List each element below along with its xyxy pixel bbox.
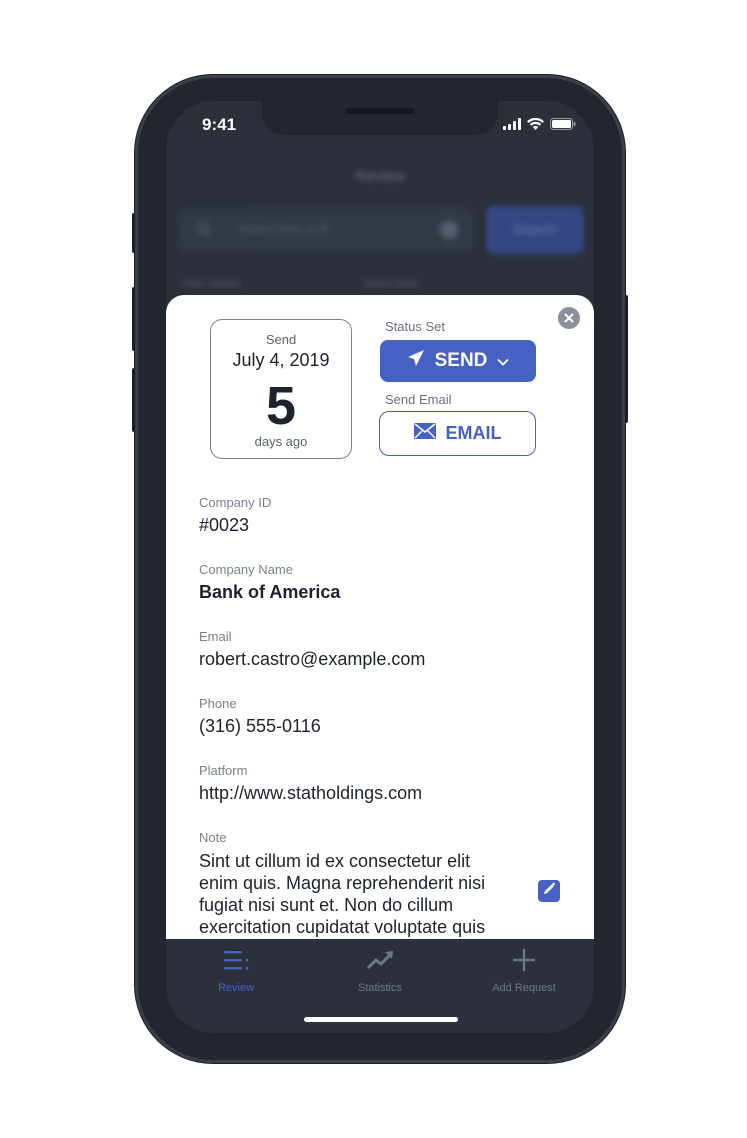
close-button[interactable] (558, 307, 580, 329)
request-detail-modal: Send July 4, 2019 5 days ago Status Set … (166, 295, 594, 939)
tab-statistics[interactable]: Statistics (320, 949, 440, 994)
home-indicator[interactable] (304, 1017, 458, 1022)
background-search-button-label: Search (512, 221, 558, 237)
days-count: 5 (265, 376, 297, 436)
company-id-value: #0023 (199, 515, 250, 535)
note-value: Sint ut cillum id ex consectetur elit en… (199, 851, 486, 937)
email-field: Email robert.castro@example.com (199, 629, 425, 670)
notch (262, 101, 498, 135)
tab-review-label: Review (217, 982, 255, 994)
note-field: Note Sint ut cillum id ex consectetur el… (199, 830, 509, 938)
edit-icon (542, 881, 556, 901)
send-email-label: Send Email (385, 392, 452, 407)
platform-label: Platform (199, 763, 248, 778)
company-name-label: Company Name (199, 562, 293, 577)
sent-date: July 4, 2019 (232, 350, 330, 370)
chevron-down-icon (497, 350, 510, 372)
background-select-date-label: Select Date (362, 278, 419, 290)
stage: 9:41 Review Search here to fil Search Fi… (0, 0, 747, 1138)
days-caption: days ago (254, 434, 308, 449)
status-dropdown-button[interactable]: SEND (380, 340, 536, 382)
list-icon (223, 951, 249, 975)
email-label: Email (199, 629, 232, 644)
background-page: Review Search here to fil Search Filter … (166, 156, 594, 296)
phone-field: Phone (316) 555-0116 (199, 696, 321, 737)
background-search-input: Search here to fil (178, 208, 474, 252)
tab-statistics-label: Statistics (357, 982, 402, 994)
email-button-label: EMAIL (445, 423, 502, 443)
background-search-button: Search (486, 206, 584, 254)
tab-add-request[interactable]: Add Request (464, 949, 584, 994)
speaker (346, 108, 414, 114)
background-title: Review (355, 168, 405, 185)
note-label: Note (199, 830, 227, 845)
cellular-signal-icon (503, 117, 521, 135)
close-icon (564, 310, 574, 326)
plus-icon (512, 949, 536, 975)
search-icon (196, 221, 212, 242)
status-set-label: Status Set (385, 319, 445, 334)
background-filter-status-label: Filter Status (182, 278, 241, 290)
phone-label: Phone (199, 696, 237, 711)
tab-review[interactable]: Review (176, 949, 296, 994)
company-name-value: Bank of America (199, 582, 341, 602)
wifi-icon (527, 117, 544, 135)
background-search-placeholder: Search here to fil (238, 222, 329, 236)
trending-up-icon (366, 951, 394, 975)
status-icons (503, 117, 576, 135)
status-time: 9:41 (202, 115, 237, 134)
edit-note-button[interactable] (538, 880, 560, 902)
email-value: robert.castro@example.com (199, 649, 426, 669)
company-id-field: Company ID #0023 (199, 495, 271, 536)
envelope-icon (413, 423, 436, 444)
battery-icon (550, 117, 576, 135)
phone-screen: 9:41 Review Search here to fil Search Fi… (166, 101, 594, 1033)
company-name-field: Company Name Bank of America (199, 562, 340, 603)
platform-field: Platform http://www.statholdings.com (199, 763, 422, 804)
email-button[interactable]: EMAIL (379, 411, 536, 456)
tab-add-request-label: Add Request (492, 982, 556, 994)
platform-value: http://www.statholdings.com (199, 783, 423, 803)
date-caption: Send (265, 332, 297, 347)
phone-value: (316) 555-0116 (199, 716, 321, 736)
status-dropdown-label: SEND (434, 350, 488, 371)
paper-plane-icon (407, 349, 425, 373)
company-id-label: Company ID (199, 495, 272, 510)
clear-icon (440, 221, 458, 239)
sent-date-box: Send July 4, 2019 5 days ago (210, 319, 352, 459)
